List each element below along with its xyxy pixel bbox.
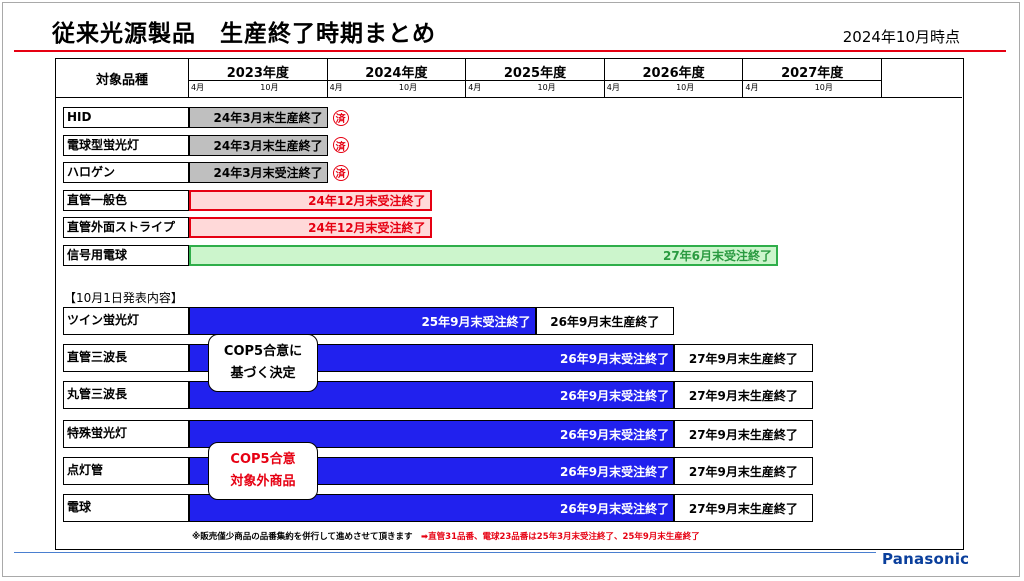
year-header-cell: 2024年度 4月 10月 [327, 59, 467, 98]
month-tick-label: 4月 [606, 83, 620, 92]
timeline-bar-blue: 25年9月末受注終了 [189, 307, 536, 335]
bar-label: 25年9月末受注終了 [421, 314, 531, 329]
row-label: 信号用電球 [63, 244, 189, 266]
month-tick-label: 10月 [676, 83, 695, 92]
bar-label: 27年9月末生産終了 [688, 464, 798, 479]
header-divider [189, 80, 882, 81]
month-tick-label: 10月 [814, 83, 833, 92]
row-label: HID [63, 107, 189, 128]
bar-label: 24年3月末生産終了 [213, 138, 323, 153]
footnote: ※販売僅少商品の品番集約を併行して進めさせて頂きます ➡直管31品番、電球23品… [192, 530, 700, 542]
title-divider [14, 50, 1006, 52]
timeline-bar-gray: 24年3月末生産終了 [189, 134, 328, 156]
row-label: 電球型蛍光灯 [63, 134, 189, 156]
bar-label: 27年6月末受注終了 [662, 248, 773, 263]
month-subheader: 4月 10月 [743, 80, 881, 98]
row-label: 点灯管 [63, 457, 189, 485]
as-of-date: 2024年10月時点 [842, 28, 960, 46]
bar-label: 24年12月末受注終了 [308, 221, 426, 235]
month-subheader: 4月 10月 [189, 80, 327, 98]
completed-stamp-icon: 済 [332, 137, 349, 153]
timeline-bar-white: 26年9月末生産終了 [535, 307, 675, 335]
month-tick-label: 4月 [191, 83, 205, 92]
row-label: 特殊蛍光灯 [63, 420, 189, 448]
timeline-bar-red: 24年12月末受注終了 [189, 189, 432, 211]
month-tick-label: 4月 [745, 83, 759, 92]
year-label: 2025年度 [503, 66, 567, 81]
gantt-chart: 対象品種 2023年度 4月 10月 2024年度 4月 10月 2025年度 4月 10月 20… [55, 58, 964, 550]
year-label: 2023年度 [226, 66, 289, 81]
timeline-bar-green: 27年6月末受注終了 [189, 244, 779, 266]
month-tick-label: 4月 [329, 83, 343, 92]
bar-label: 26年9月末受注終了 [560, 427, 670, 442]
timeline-bar-gray: 24年3月末受注終了 [189, 162, 328, 183]
row-label: 直管三波長 [63, 344, 189, 372]
bar-label: 26年9月末生産終了 [550, 314, 660, 329]
month-tick-label: 10月 [537, 83, 556, 92]
callout-line: COP5合意に [223, 344, 303, 359]
column-header: 対象品種 [56, 59, 189, 97]
bar-label: 26年9月末受注終了 [560, 501, 670, 516]
bar-label: 26年9月末受注終了 [560, 464, 670, 479]
callout-box: COP5合意 対象外商品 [208, 442, 318, 500]
month-tick-label: 10月 [260, 83, 279, 92]
year-header-cell: 2025年度 4月 10月 [466, 59, 605, 97]
year-label: 2027年度 [781, 66, 844, 81]
year-header-cell: 2023年度 4月 10月 [189, 59, 328, 97]
bar-label: 27年9月末生産終了 [688, 351, 798, 366]
callout-line: 対象外商品 [230, 474, 296, 489]
timeline-bar-red: 24年12月末受注終了 [189, 217, 432, 238]
timeline-bar-white: 27年9月末生産終了 [674, 494, 813, 522]
timeline-bar-white: 27年9月末生産終了 [674, 381, 813, 409]
timeline-bar-white: 27年9月末生産終了 [674, 420, 813, 448]
gantt-header: 対象品種 2023年度 4月 10月 2024年度 4月 10月 2025年度 4月 10月 20… [56, 59, 962, 98]
completed-stamp-icon: 済 [332, 109, 349, 126]
row-label: 丸管三波長 [63, 381, 189, 409]
callout-box: COP5合意に 基づく決定 [208, 334, 318, 392]
callout-line: COP5合意 [230, 452, 296, 467]
bar-label: 27年9月末生産終了 [688, 501, 798, 516]
completed-stamp-icon: 済 [332, 164, 349, 181]
row-label: ハロゲン [63, 162, 189, 183]
footer-divider [14, 552, 876, 553]
bar-label: 24年12月末受注終了 [308, 193, 426, 208]
row-label: ツイン蛍光灯 [63, 307, 189, 335]
year-header-cell: 2026年度 4月 10月 [604, 59, 744, 98]
bar-label: 27年9月末生産終了 [688, 388, 798, 403]
year-label: 2024年度 [365, 66, 428, 81]
year-label: 2026年度 [642, 66, 705, 81]
month-tick-label: 4月 [468, 83, 482, 92]
timeline-bar-white: 27年9月末生産終了 [674, 457, 813, 485]
timeline-bar-gray: 24年3月末生産終了 [189, 107, 328, 128]
month-subheader: 4月 10月 [327, 80, 466, 98]
row-label: 直管一般色 [63, 189, 189, 211]
bar-label: 24年3月末生産終了 [213, 111, 323, 125]
panasonic-logo: Panasonic [882, 550, 970, 568]
month-tick-label: 10月 [398, 83, 418, 92]
year-header-cell: 2027年度 4月 10月 [743, 59, 882, 97]
callout-line: 基づく決定 [230, 366, 296, 381]
footnote-highlight: ➡直管31品番、電球23品番は25年3月末受注終了、25年9月末生産終了 [421, 532, 700, 542]
month-subheader: 4月 10月 [604, 80, 743, 98]
row-label: 電球 [63, 494, 189, 522]
timeline-bar-white: 27年9月末生産終了 [674, 344, 813, 372]
footnote-text: ※販売僅少商品の品番集約を併行して進めさせて頂きます [192, 532, 413, 542]
row-label: 直管外面ストライプ [63, 217, 189, 238]
page-title: 従来光源製品 生産終了時期まとめ [52, 21, 436, 47]
bar-label: 26年9月末受注終了 [560, 351, 670, 366]
announcement-section-label: 【10月1日発表内容】 [64, 291, 183, 305]
bar-label: 24年3月末受注終了 [213, 166, 323, 180]
month-subheader: 4月 10月 [466, 80, 604, 98]
bar-label: 27年9月末生産終了 [688, 427, 798, 442]
bar-label: 26年9月末受注終了 [560, 388, 670, 403]
